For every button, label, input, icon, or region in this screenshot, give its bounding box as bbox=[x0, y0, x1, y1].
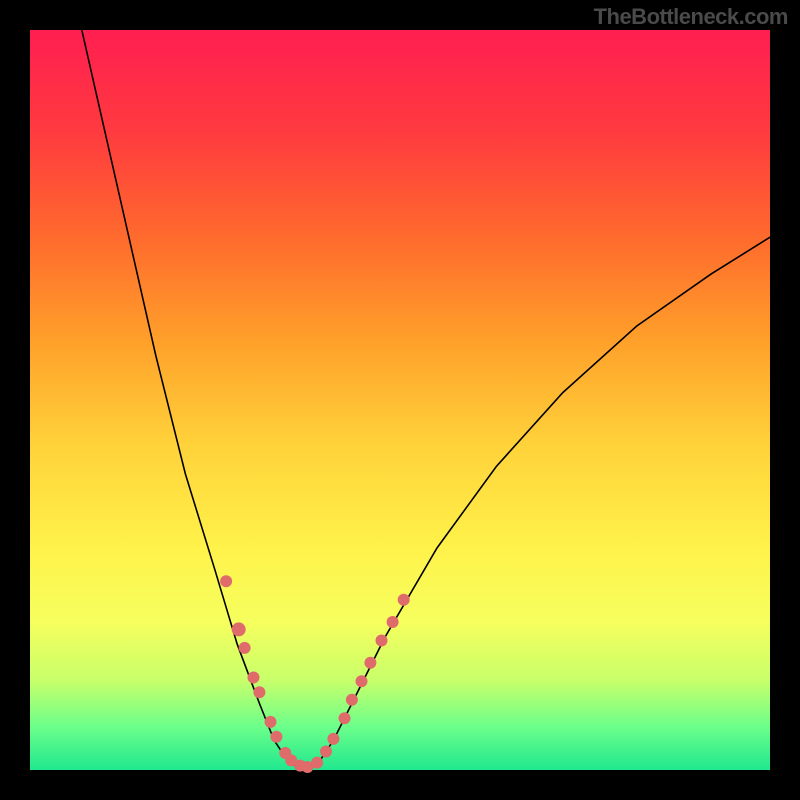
data-marker bbox=[270, 731, 282, 743]
data-marker bbox=[364, 657, 376, 669]
data-marker bbox=[248, 672, 260, 684]
data-marker bbox=[232, 622, 246, 636]
plot-background bbox=[30, 30, 770, 770]
data-marker bbox=[311, 757, 323, 769]
data-marker bbox=[346, 694, 358, 706]
data-marker bbox=[339, 712, 351, 724]
data-marker bbox=[220, 575, 232, 587]
data-marker bbox=[327, 733, 339, 745]
data-marker bbox=[320, 746, 332, 758]
data-marker bbox=[356, 675, 368, 687]
data-marker bbox=[265, 716, 277, 728]
chart-frame: TheBottleneck.com bbox=[0, 0, 800, 800]
data-marker bbox=[239, 642, 251, 654]
watermark-text: TheBottleneck.com bbox=[594, 4, 788, 30]
data-marker bbox=[376, 635, 388, 647]
data-marker bbox=[387, 616, 399, 628]
bottleneck-chart bbox=[0, 0, 800, 800]
data-marker bbox=[253, 686, 265, 698]
data-marker bbox=[398, 594, 410, 606]
